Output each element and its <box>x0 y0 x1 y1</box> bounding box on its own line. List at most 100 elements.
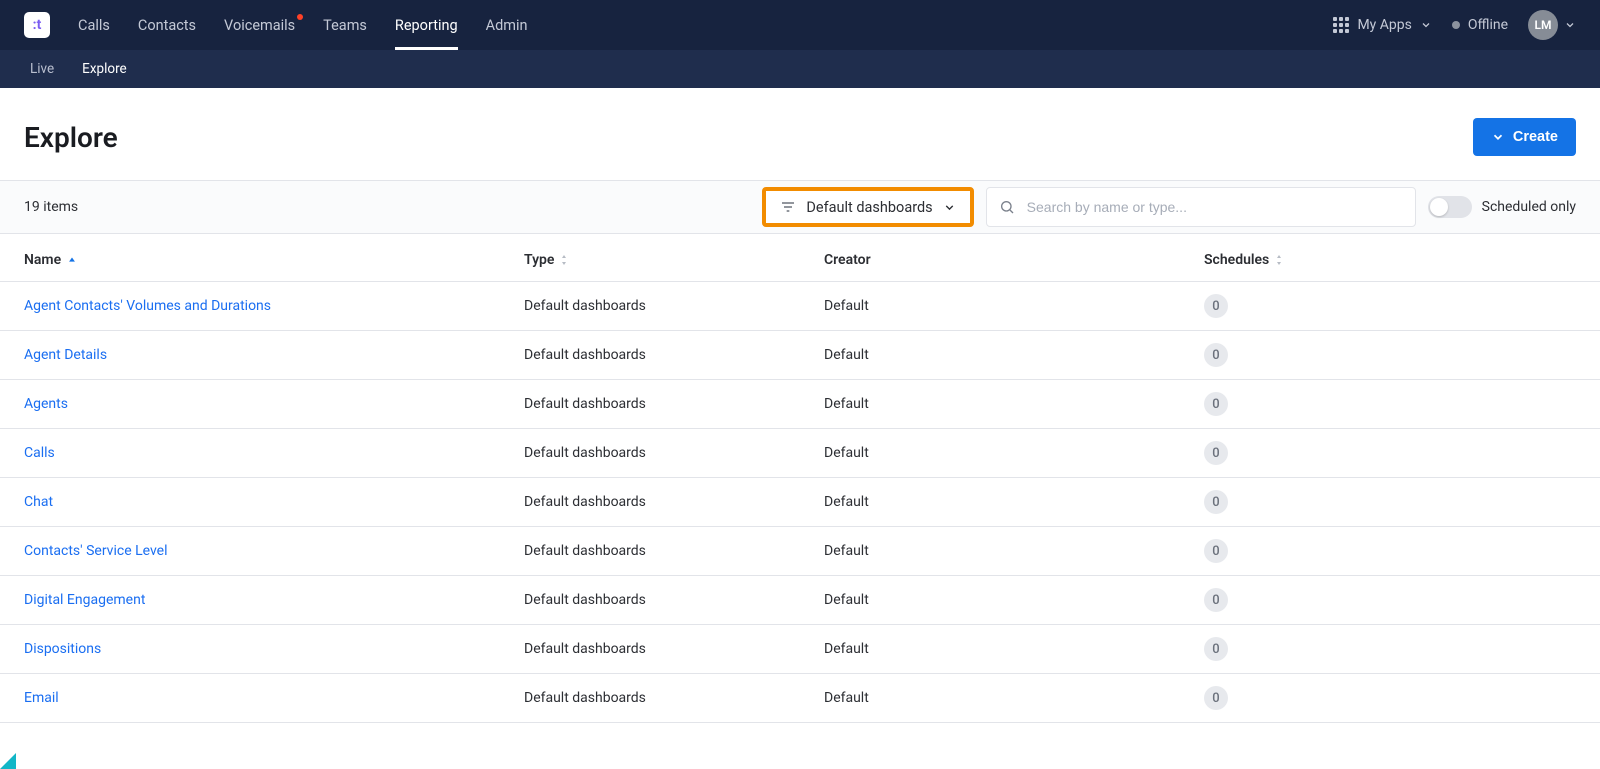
cell-type: Default dashboards <box>524 494 824 510</box>
sub-nav: Live Explore <box>0 50 1600 88</box>
search-icon <box>999 199 1015 215</box>
subnav-live[interactable]: Live <box>30 61 54 77</box>
nav-calls[interactable]: Calls <box>78 0 110 50</box>
cell-creator: Default <box>824 445 1204 461</box>
sort-icon <box>1275 254 1283 266</box>
toggle-knob <box>1430 198 1448 216</box>
cell-creator: Default <box>824 592 1204 608</box>
dashboard-link[interactable]: Agents <box>24 396 68 412</box>
search-field[interactable] <box>986 187 1416 227</box>
dashboard-link[interactable]: Calls <box>24 445 55 461</box>
cell-type: Default dashboards <box>524 298 824 314</box>
status-label: Offline <box>1468 17 1508 33</box>
filter-dropdown[interactable]: Default dashboards <box>762 187 973 227</box>
cell-creator: Default <box>824 690 1204 706</box>
table-row: Agent Details Default dashboardsDefault0 <box>0 331 1600 380</box>
schedules-badge: 0 <box>1204 490 1228 514</box>
page-header: Explore Create <box>0 88 1600 180</box>
my-apps-menu[interactable]: My Apps <box>1333 17 1431 33</box>
chevron-down-icon <box>1420 19 1432 31</box>
col-creator-label: Creator <box>824 252 871 268</box>
col-schedules-label: Schedules <box>1204 252 1269 268</box>
search-input[interactable] <box>1025 198 1403 216</box>
table-row: Digital Engagement Default dashboardsDefa… <box>0 576 1600 625</box>
nav-teams[interactable]: Teams <box>323 0 367 50</box>
topbar-right: My Apps Offline LM <box>1333 10 1576 40</box>
schedules-badge: 0 <box>1204 343 1228 367</box>
dashboard-link[interactable]: Chat <box>24 494 53 510</box>
create-button[interactable]: Create <box>1473 118 1576 156</box>
primary-nav: Calls Contacts Voicemails Teams Reporting Adm… <box>78 0 528 50</box>
toggle-track[interactable] <box>1428 196 1472 218</box>
table-row: Contacts' Service Level Default dashboard… <box>0 527 1600 576</box>
col-name-label: Name <box>24 252 61 268</box>
cell-creator: Default <box>824 396 1204 412</box>
col-type[interactable]: Type <box>524 252 824 268</box>
cell-type: Default dashboards <box>524 641 824 657</box>
filter-bar: 19 items Default dashboards Scheduled on… <box>0 180 1600 234</box>
table-row: Email Default dashboardsDefault0 <box>0 674 1600 723</box>
notification-dot-icon <box>297 14 303 20</box>
schedules-badge: 0 <box>1204 441 1228 465</box>
sort-asc-icon <box>67 255 77 265</box>
dashboard-link[interactable]: Digital Engagement <box>24 592 145 608</box>
dashboards-table: Name Type Creator Schedules Agent Contac… <box>0 234 1600 723</box>
scheduled-only-toggle[interactable]: Scheduled only <box>1428 196 1576 218</box>
nav-admin[interactable]: Admin <box>486 0 528 50</box>
user-menu[interactable]: LM <box>1528 10 1576 40</box>
schedules-badge: 0 <box>1204 686 1228 710</box>
cell-type: Default dashboards <box>524 396 824 412</box>
cell-creator: Default <box>824 494 1204 510</box>
cell-type: Default dashboards <box>524 592 824 608</box>
col-schedules[interactable]: Schedules <box>1204 252 1576 268</box>
nav-contacts[interactable]: Contacts <box>138 0 196 50</box>
col-creator[interactable]: Creator <box>824 252 1204 268</box>
cell-creator: Default <box>824 347 1204 363</box>
brand-logo[interactable]: :t <box>24 12 50 38</box>
cell-type: Default dashboards <box>524 690 824 706</box>
col-name[interactable]: Name <box>24 252 524 268</box>
dashboard-link[interactable]: Dispositions <box>24 641 101 657</box>
subnav-explore[interactable]: Explore <box>82 61 127 77</box>
cell-type: Default dashboards <box>524 347 824 363</box>
cell-creator: Default <box>824 641 1204 657</box>
status-dot-icon <box>1452 21 1460 29</box>
dashboard-link[interactable]: Email <box>24 690 59 706</box>
corner-accent-icon <box>0 753 16 769</box>
my-apps-label: My Apps <box>1357 17 1411 33</box>
apps-grid-icon <box>1333 17 1349 33</box>
chevron-down-icon <box>1491 130 1505 144</box>
nav-voicemails[interactable]: Voicemails <box>224 0 295 50</box>
topbar: :t Calls Contacts Voicemails Teams Reporting… <box>0 0 1600 50</box>
table-row: Agent Contacts' Volumes and Durations Def… <box>0 282 1600 331</box>
filter-dropdown-label: Default dashboards <box>806 199 932 216</box>
filter-icon <box>780 199 796 215</box>
schedules-badge: 0 <box>1204 637 1228 661</box>
table-row: Chat Default dashboardsDefault0 <box>0 478 1600 527</box>
dashboard-link[interactable]: Agent Details <box>24 347 107 363</box>
schedules-badge: 0 <box>1204 392 1228 416</box>
chevron-down-icon <box>1564 19 1576 31</box>
items-count: 19 items <box>24 199 78 215</box>
chevron-down-icon <box>943 201 956 214</box>
table-body: Agent Contacts' Volumes and Durations Def… <box>0 282 1600 723</box>
schedules-badge: 0 <box>1204 294 1228 318</box>
col-type-label: Type <box>524 252 554 268</box>
sort-icon <box>560 254 568 266</box>
nav-reporting[interactable]: Reporting <box>395 0 458 50</box>
toggle-label: Scheduled only <box>1482 199 1576 215</box>
table-row: Agents Default dashboardsDefault0 <box>0 380 1600 429</box>
table-row: Calls Default dashboardsDefault0 <box>0 429 1600 478</box>
schedules-badge: 0 <box>1204 588 1228 612</box>
cell-type: Default dashboards <box>524 543 824 559</box>
presence-status[interactable]: Offline <box>1452 17 1508 33</box>
table-header: Name Type Creator Schedules <box>0 234 1600 282</box>
avatar: LM <box>1528 10 1558 40</box>
cell-type: Default dashboards <box>524 445 824 461</box>
dashboard-link[interactable]: Contacts' Service Level <box>24 543 168 559</box>
table-row: Dispositions Default dashboardsDefault0 <box>0 625 1600 674</box>
dashboard-link[interactable]: Agent Contacts' Volumes and Durations <box>24 298 271 314</box>
schedules-badge: 0 <box>1204 539 1228 563</box>
create-button-label: Create <box>1513 129 1558 145</box>
cell-creator: Default <box>824 298 1204 314</box>
